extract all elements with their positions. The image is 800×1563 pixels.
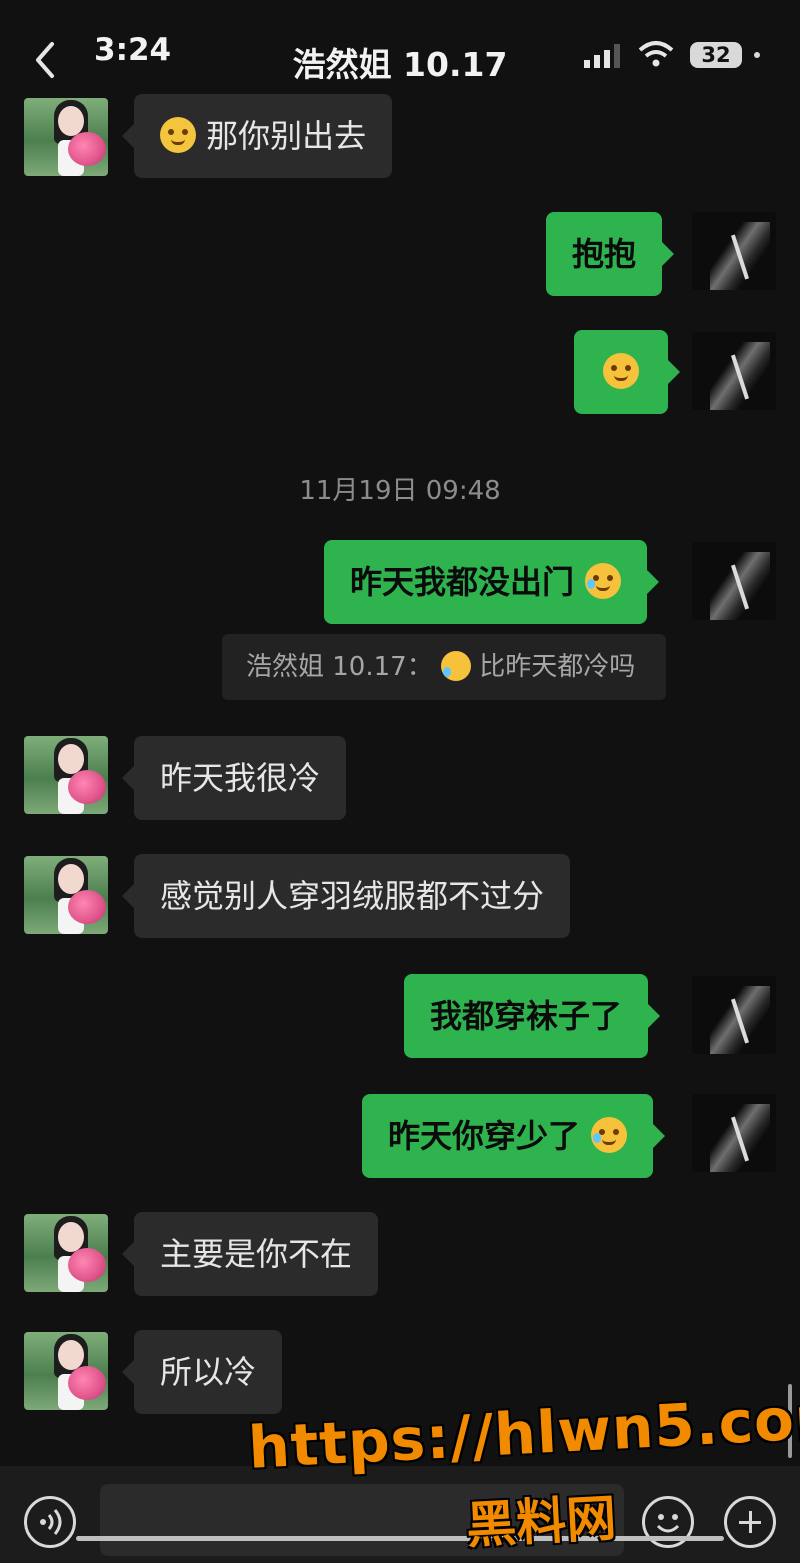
contact-avatar[interactable] bbox=[24, 856, 108, 934]
wifi-icon bbox=[638, 41, 674, 67]
cellular-signal-icon bbox=[584, 44, 620, 68]
watermark-name: 黑料网 bbox=[464, 1489, 618, 1555]
contact-avatar[interactable] bbox=[24, 1214, 108, 1292]
message-bubble-sent[interactable]: 昨天你穿少了 bbox=[362, 1094, 666, 1178]
message-text: 昨天我都没出门 bbox=[350, 563, 575, 601]
my-avatar[interactable] bbox=[692, 1094, 776, 1172]
home-indicator bbox=[76, 1536, 724, 1541]
chat-title: 浩然姐 10.17 bbox=[292, 45, 508, 84]
kiss-emoji-icon bbox=[603, 353, 639, 389]
message-bubble-sent[interactable]: 昨天我都没出门 bbox=[324, 540, 660, 624]
contact-avatar[interactable] bbox=[24, 98, 108, 176]
battery-tip bbox=[754, 52, 760, 58]
message-bubble-sent[interactable]: 我都穿袜子了 bbox=[404, 974, 661, 1058]
laugh-cry-emoji-icon bbox=[585, 563, 622, 599]
my-avatar[interactable] bbox=[692, 976, 776, 1054]
hug-emoji-icon bbox=[160, 117, 196, 153]
quoted-message[interactable]: 浩然姐 10.17： 比昨天都冷吗 bbox=[222, 634, 666, 700]
message-bubble-received[interactable]: 主要是你不在 bbox=[121, 1212, 379, 1296]
message-text: 昨天我很冷 bbox=[160, 759, 321, 797]
my-avatar[interactable] bbox=[692, 542, 776, 620]
quote-text: 比昨天都冷吗 bbox=[479, 652, 636, 682]
message-text: 那你别出去 bbox=[206, 117, 367, 155]
plus-icon[interactable] bbox=[724, 1496, 776, 1548]
message-text: 所以冷 bbox=[160, 1353, 257, 1391]
contact-avatar[interactable] bbox=[24, 736, 108, 814]
voice-icon[interactable] bbox=[24, 1496, 76, 1548]
message-bubble-received[interactable]: 那你别出去 bbox=[121, 94, 393, 178]
laugh-cry-emoji-icon bbox=[440, 651, 471, 681]
my-avatar[interactable] bbox=[692, 332, 776, 410]
contact-avatar[interactable] bbox=[24, 1332, 108, 1410]
message-bubble-received[interactable]: 感觉别人穿羽绒服都不过分 bbox=[121, 854, 571, 938]
message-text: 抱抱 bbox=[572, 235, 637, 273]
message-bubble-received[interactable]: 所以冷 bbox=[121, 1330, 283, 1414]
message-bubble-sent[interactable]: 抱抱 bbox=[546, 212, 675, 296]
chat-timestamp: 11月19日 09:48 bbox=[299, 476, 501, 506]
message-text: 我都穿袜子了 bbox=[430, 997, 623, 1035]
my-avatar[interactable] bbox=[692, 212, 776, 290]
quote-sender: 浩然姐 10.17： bbox=[246, 652, 433, 682]
message-text: 主要是你不在 bbox=[160, 1235, 353, 1273]
input-bar bbox=[0, 1466, 800, 1563]
message-bubble-sent[interactable] bbox=[574, 330, 680, 414]
message-bubble-received[interactable]: 昨天我很冷 bbox=[121, 736, 347, 820]
laugh-cry-emoji-icon bbox=[591, 1117, 628, 1153]
message-text: 感觉别人穿羽绒服都不过分 bbox=[160, 877, 545, 915]
chat-header: 3:24 浩然姐 10.17 32 bbox=[0, 0, 800, 108]
message-text: 昨天你穿少了 bbox=[388, 1117, 581, 1155]
battery-indicator: 32 bbox=[690, 42, 742, 68]
